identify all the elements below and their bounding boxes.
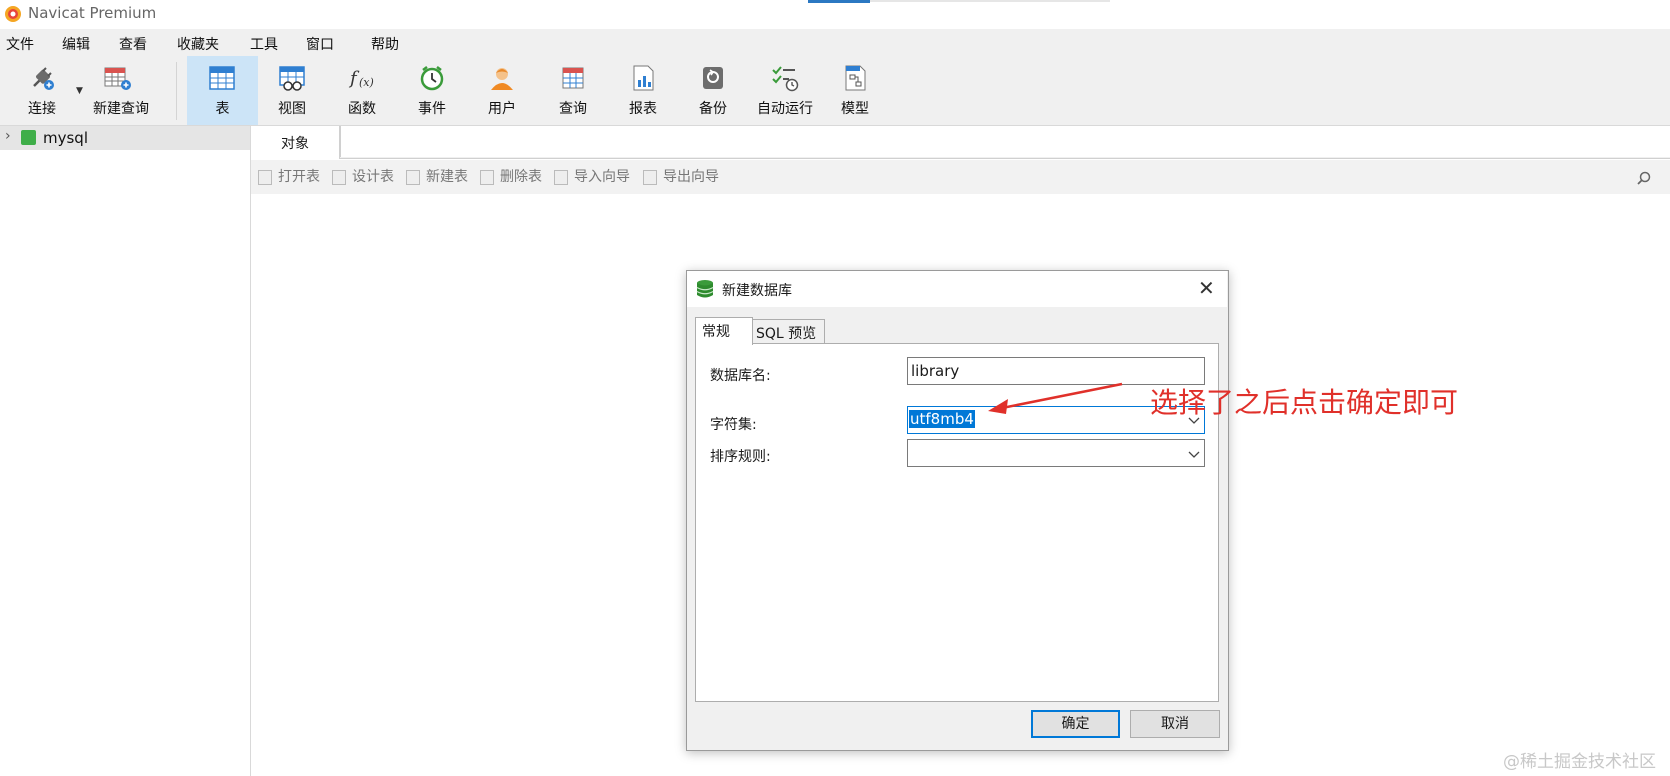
tool-backup-label: 备份: [699, 101, 727, 117]
collation-select[interactable]: [907, 439, 1205, 467]
export-wizard-button[interactable]: 导出向导: [663, 166, 719, 186]
tab-general-label: 常规: [702, 324, 730, 340]
delete-table-icon: [480, 170, 494, 185]
chevron-down-icon[interactable]: [1187, 447, 1201, 461]
tool-automation-label: 自动运行: [757, 101, 813, 117]
dialog-title: 新建数据库: [722, 283, 792, 299]
tool-view-button[interactable]: 视图: [258, 60, 326, 120]
toolbar-separator: [176, 62, 177, 120]
charset-value: utf8mb4: [909, 410, 975, 428]
tool-model-label: 模型: [841, 101, 869, 117]
tool-table-button[interactable]: 表: [187, 56, 258, 125]
automation-checklist-icon: [772, 66, 799, 92]
connection-tree-panel: [0, 126, 251, 776]
tree-item-label: mysql: [43, 129, 88, 147]
tool-function-label: 函数: [348, 101, 376, 117]
dialog-tab-panel: [695, 343, 1219, 702]
charset-label: 字符集:: [710, 417, 757, 433]
report-icon: [633, 65, 654, 91]
db-name-value: library: [911, 362, 960, 380]
watermark: @稀土掘金技术社区: [1503, 752, 1656, 772]
window-title: Navicat Premium: [28, 4, 157, 22]
menu-view[interactable]: 查看: [119, 34, 147, 54]
new-table-icon: [406, 170, 420, 185]
ok-button[interactable]: 确定: [1031, 710, 1120, 738]
tool-report-label: 报表: [629, 101, 657, 117]
tool-table-label: 表: [215, 101, 230, 117]
tool-user-button[interactable]: 用户: [468, 60, 536, 120]
open-table-icon: [258, 170, 272, 185]
chevron-right-icon[interactable]: ›: [5, 128, 11, 144]
connect-dropdown-arrow[interactable]: ▼: [76, 86, 83, 96]
export-wizard-icon: [643, 170, 657, 185]
delete-table-button[interactable]: 删除表: [500, 166, 542, 186]
collation-label: 排序规则:: [710, 449, 771, 465]
menu-window[interactable]: 窗口: [306, 34, 334, 54]
tool-view-label: 视图: [278, 101, 306, 117]
backup-icon: [703, 67, 723, 89]
menu-help[interactable]: 帮助: [371, 34, 399, 54]
title-accent-bar: [808, 0, 870, 3]
tool-backup-button[interactable]: 备份: [679, 60, 747, 120]
new-query-icon: [104, 67, 131, 90]
annotation-text: 选择了之后点击确定即可: [1150, 386, 1459, 419]
tool-function-button[interactable]: f (x) 函数: [328, 60, 396, 120]
import-wizard-icon: [554, 170, 568, 185]
tab-strip-blank: [340, 126, 1670, 157]
new-query-button[interactable]: 新建查询: [86, 60, 156, 120]
tool-query-button[interactable]: 查询: [539, 60, 607, 120]
design-table-button[interactable]: 设计表: [352, 166, 394, 186]
open-table-button[interactable]: 打开表: [278, 166, 320, 186]
alarm-clock-icon: [420, 66, 444, 91]
menu-edit[interactable]: 编辑: [62, 34, 90, 54]
tool-event-button[interactable]: 事件: [398, 60, 466, 120]
import-wizard-button[interactable]: 导入向导: [574, 166, 630, 186]
tool-model-button[interactable]: 模型: [821, 60, 889, 120]
db-name-label: 数据库名:: [710, 368, 771, 384]
design-table-icon: [332, 170, 346, 185]
function-fx-icon: f (x): [348, 68, 374, 89]
tool-automation-button[interactable]: 自动运行: [749, 60, 821, 120]
navicat-logo-icon: [5, 6, 21, 22]
database-icon: [696, 280, 714, 298]
menu-tools[interactable]: 工具: [250, 34, 278, 54]
tool-query-label: 查询: [559, 101, 587, 117]
tab-sql-preview-label: SQL 预览: [756, 326, 817, 342]
view-icon: [279, 66, 305, 91]
mysql-connection-icon: [21, 130, 36, 145]
tool-user-label: 用户: [488, 101, 516, 117]
close-icon[interactable]: ✕: [1198, 276, 1215, 300]
menu-file[interactable]: 文件: [6, 34, 34, 54]
user-icon: [491, 68, 513, 90]
new-table-button[interactable]: 新建表: [426, 166, 468, 186]
title-bar: [0, 0, 1670, 29]
title-accent-track: [870, 0, 1110, 2]
tab-objects-label: 对象: [281, 136, 309, 152]
tool-report-button[interactable]: 报表: [609, 60, 677, 120]
connect-label: 连接: [28, 101, 56, 117]
model-icon: [845, 65, 866, 91]
annotation-arrow-icon: [988, 382, 1123, 414]
tool-event-label: 事件: [418, 101, 446, 117]
connect-button[interactable]: 连接: [8, 60, 76, 120]
tree-item-mysql[interactable]: [0, 126, 250, 150]
menu-bar: 文件 编辑 查看 收藏夹 工具 窗口 帮助: [0, 29, 1670, 56]
search-icon[interactable]: [1636, 170, 1652, 186]
menu-favorites[interactable]: 收藏夹: [177, 34, 219, 54]
main-toolbar: 连接 新建查询 表 视图 f (x) 函数 事件 用户 查询 报表 备份 自动运…: [0, 56, 1670, 126]
query-icon: [562, 67, 584, 89]
cancel-button[interactable]: 取消: [1130, 710, 1220, 738]
table-icon: [209, 66, 235, 90]
plug-icon: [33, 67, 54, 90]
svg-text:(x): (x): [359, 76, 374, 89]
new-query-label: 新建查询: [93, 101, 149, 117]
